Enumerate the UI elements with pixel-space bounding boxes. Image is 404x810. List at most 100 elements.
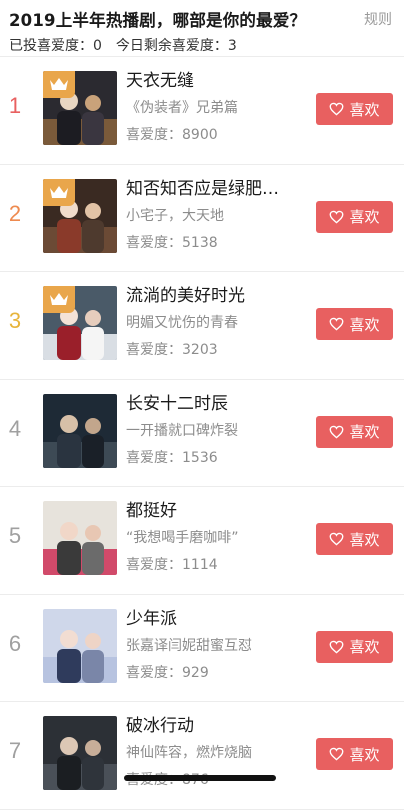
like-button[interactable]: 喜欢 xyxy=(316,738,393,770)
list-item[interactable]: 3 流淌的美好时光 明媚又忧伤的青春 喜爱度：3203 喜欢 xyxy=(0,272,404,380)
poster-art xyxy=(43,393,117,468)
poster-po-bing[interactable] xyxy=(43,716,117,790)
score-label: 喜爱度： xyxy=(126,449,182,466)
crown-badge xyxy=(43,178,75,206)
rank-number: 4 xyxy=(8,415,22,441)
like-button-label: 喜欢 xyxy=(349,638,380,656)
poster-art xyxy=(43,501,117,575)
list-item[interactable]: 4 长安十二时辰 一开播就口碑炸裂 喜爱度：1536 喜欢 xyxy=(0,380,404,487)
poster-liu-tang[interactable] xyxy=(43,286,117,360)
like-score: 喜爱度：3203 xyxy=(126,340,306,360)
like-button[interactable]: 喜欢 xyxy=(316,308,393,340)
score-label: 喜爱度： xyxy=(126,127,182,143)
list-item[interactable]: 6 少年派 张嘉译闫妮甜蜜互怼 喜爱度：929 喜欢 xyxy=(0,595,404,702)
item-info: 都挺好 “我想喝手磨咖啡” 喜爱度：1114 xyxy=(126,499,306,575)
like-button[interactable]: 喜欢 xyxy=(316,630,393,663)
score-value: 1114 xyxy=(182,557,218,573)
drama-subtitle: “我想喝手磨咖啡” xyxy=(126,530,239,546)
rules-link[interactable]: 规则 xyxy=(364,9,392,29)
like-score: 喜爱度：1114 xyxy=(126,555,306,575)
score-value: 929 xyxy=(182,664,209,681)
heart-icon xyxy=(330,640,344,654)
like-button[interactable]: 喜欢 xyxy=(316,93,393,125)
drama-list: 1 天衣无缝 《伪装者》兄弟篇 喜爱度：8900 喜欢 2 知否知否应是绿肥… … xyxy=(0,56,404,810)
drama-title: 知否知否应是绿肥… xyxy=(126,178,279,199)
rank-number: 2 xyxy=(8,200,22,226)
home-indicator xyxy=(124,775,276,781)
crown-icon xyxy=(50,78,68,90)
drama-title: 破冰行动 xyxy=(126,716,194,736)
crown-badge xyxy=(43,71,75,98)
score-value: 1536 xyxy=(182,449,218,466)
score-label: 喜爱度： xyxy=(126,664,182,681)
score-label: 喜爱度： xyxy=(126,234,182,251)
drama-subtitle: 《伪装者》兄弟篇 xyxy=(126,100,238,116)
rank-number: 7 xyxy=(8,738,22,763)
poster-shao-nian-pai[interactable] xyxy=(43,608,117,683)
item-info: 少年派 张嘉译闫妮甜蜜互怼 喜爱度：929 xyxy=(126,607,306,683)
drama-title: 天衣无缝 xyxy=(126,71,194,91)
like-button-label: 喜欢 xyxy=(349,315,380,334)
score-label: 喜爱度： xyxy=(126,342,182,358)
item-info: 天衣无缝 《伪装者》兄弟篇 喜爱度：8900 xyxy=(126,69,306,145)
like-button[interactable]: 喜欢 xyxy=(316,200,393,233)
crown-icon xyxy=(50,293,68,305)
like-button-label: 喜欢 xyxy=(349,530,380,549)
drama-title: 流淌的美好时光 xyxy=(126,286,245,306)
like-score: 喜爱度：1536 xyxy=(126,448,306,468)
drama-subtitle: 小宅子，大天地 xyxy=(126,207,224,224)
rank-number: 1 xyxy=(8,93,22,118)
rank-number: 3 xyxy=(8,308,22,333)
drama-subtitle: 明媚又忧伤的青春 xyxy=(126,315,238,331)
page-title: 2019上半年热播剧，哪部是你的最爱？ xyxy=(9,11,307,30)
heart-icon xyxy=(330,102,344,116)
drama-subtitle: 一开播就口碑炸裂 xyxy=(126,422,238,439)
page-header: 2019上半年热播剧，哪部是你的最爱？ 规则 已投喜爱度：0 今日剩余喜爱度：3 xyxy=(0,0,404,58)
poster-dou-ting-hao[interactable] xyxy=(43,501,117,575)
list-item[interactable]: 1 天衣无缝 《伪装者》兄弟篇 喜爱度：8900 喜欢 xyxy=(0,56,404,165)
voted-value: 0 xyxy=(93,38,102,54)
like-button[interactable]: 喜欢 xyxy=(316,415,393,448)
like-button-label: 喜欢 xyxy=(349,100,380,119)
poster-tian-yi-wu-feng[interactable] xyxy=(43,71,117,145)
like-button-label: 喜欢 xyxy=(349,423,380,441)
vote-stats: 已投喜爱度：0 今日剩余喜爱度：3 xyxy=(9,35,237,55)
score-label: 喜爱度： xyxy=(126,557,182,573)
score-value: 3203 xyxy=(182,342,218,358)
crown-badge xyxy=(43,286,75,313)
like-button-label: 喜欢 xyxy=(349,208,380,226)
rank-number: 6 xyxy=(8,630,22,656)
rank-number: 5 xyxy=(8,523,22,548)
poster-art xyxy=(43,608,117,683)
drama-subtitle: 张嘉译闫妮甜蜜互怼 xyxy=(126,637,252,654)
heart-icon xyxy=(330,210,344,224)
score-value: 5138 xyxy=(182,234,218,251)
item-info: 长安十二时辰 一开播就口碑炸裂 喜爱度：1536 xyxy=(126,392,306,468)
poster-art xyxy=(43,716,117,790)
list-item[interactable]: 7 破冰行动 神仙阵容，燃炸烧脑 喜爱度：876 喜欢 xyxy=(0,702,404,810)
list-item[interactable]: 5 都挺好 “我想喝手磨咖啡” 喜爱度：1114 喜欢 xyxy=(0,487,404,595)
heart-icon xyxy=(330,747,344,761)
score-value: 8900 xyxy=(182,127,218,143)
list-item[interactable]: 2 知否知否应是绿肥… 小宅子，大天地 喜爱度：5138 喜欢 xyxy=(0,165,404,272)
drama-title: 长安十二时辰 xyxy=(126,393,228,414)
item-info: 知否知否应是绿肥… 小宅子，大天地 喜爱度：5138 xyxy=(126,177,306,253)
drama-subtitle: 神仙阵容，燃炸烧脑 xyxy=(126,745,252,761)
poster-chang-an[interactable] xyxy=(43,393,117,468)
heart-icon xyxy=(330,425,344,439)
like-button[interactable]: 喜欢 xyxy=(316,523,393,555)
drama-title: 都挺好 xyxy=(126,501,177,521)
item-info: 流淌的美好时光 明媚又忧伤的青春 喜爱度：3203 xyxy=(126,284,306,360)
heart-icon xyxy=(330,532,344,546)
crown-icon xyxy=(50,185,68,198)
remaining-value: 3 xyxy=(227,38,237,54)
drama-title: 少年派 xyxy=(126,608,177,629)
remaining-label: 今日剩余喜爱度： xyxy=(115,38,228,54)
like-button-label: 喜欢 xyxy=(349,745,380,764)
voted-label: 已投喜爱度： xyxy=(9,38,93,54)
heart-icon xyxy=(330,317,344,331)
poster-zhi-fou[interactable] xyxy=(43,178,117,253)
like-score: 喜爱度：929 xyxy=(126,663,306,683)
like-score: 喜爱度：5138 xyxy=(126,233,306,253)
like-score: 喜爱度：8900 xyxy=(126,125,306,145)
